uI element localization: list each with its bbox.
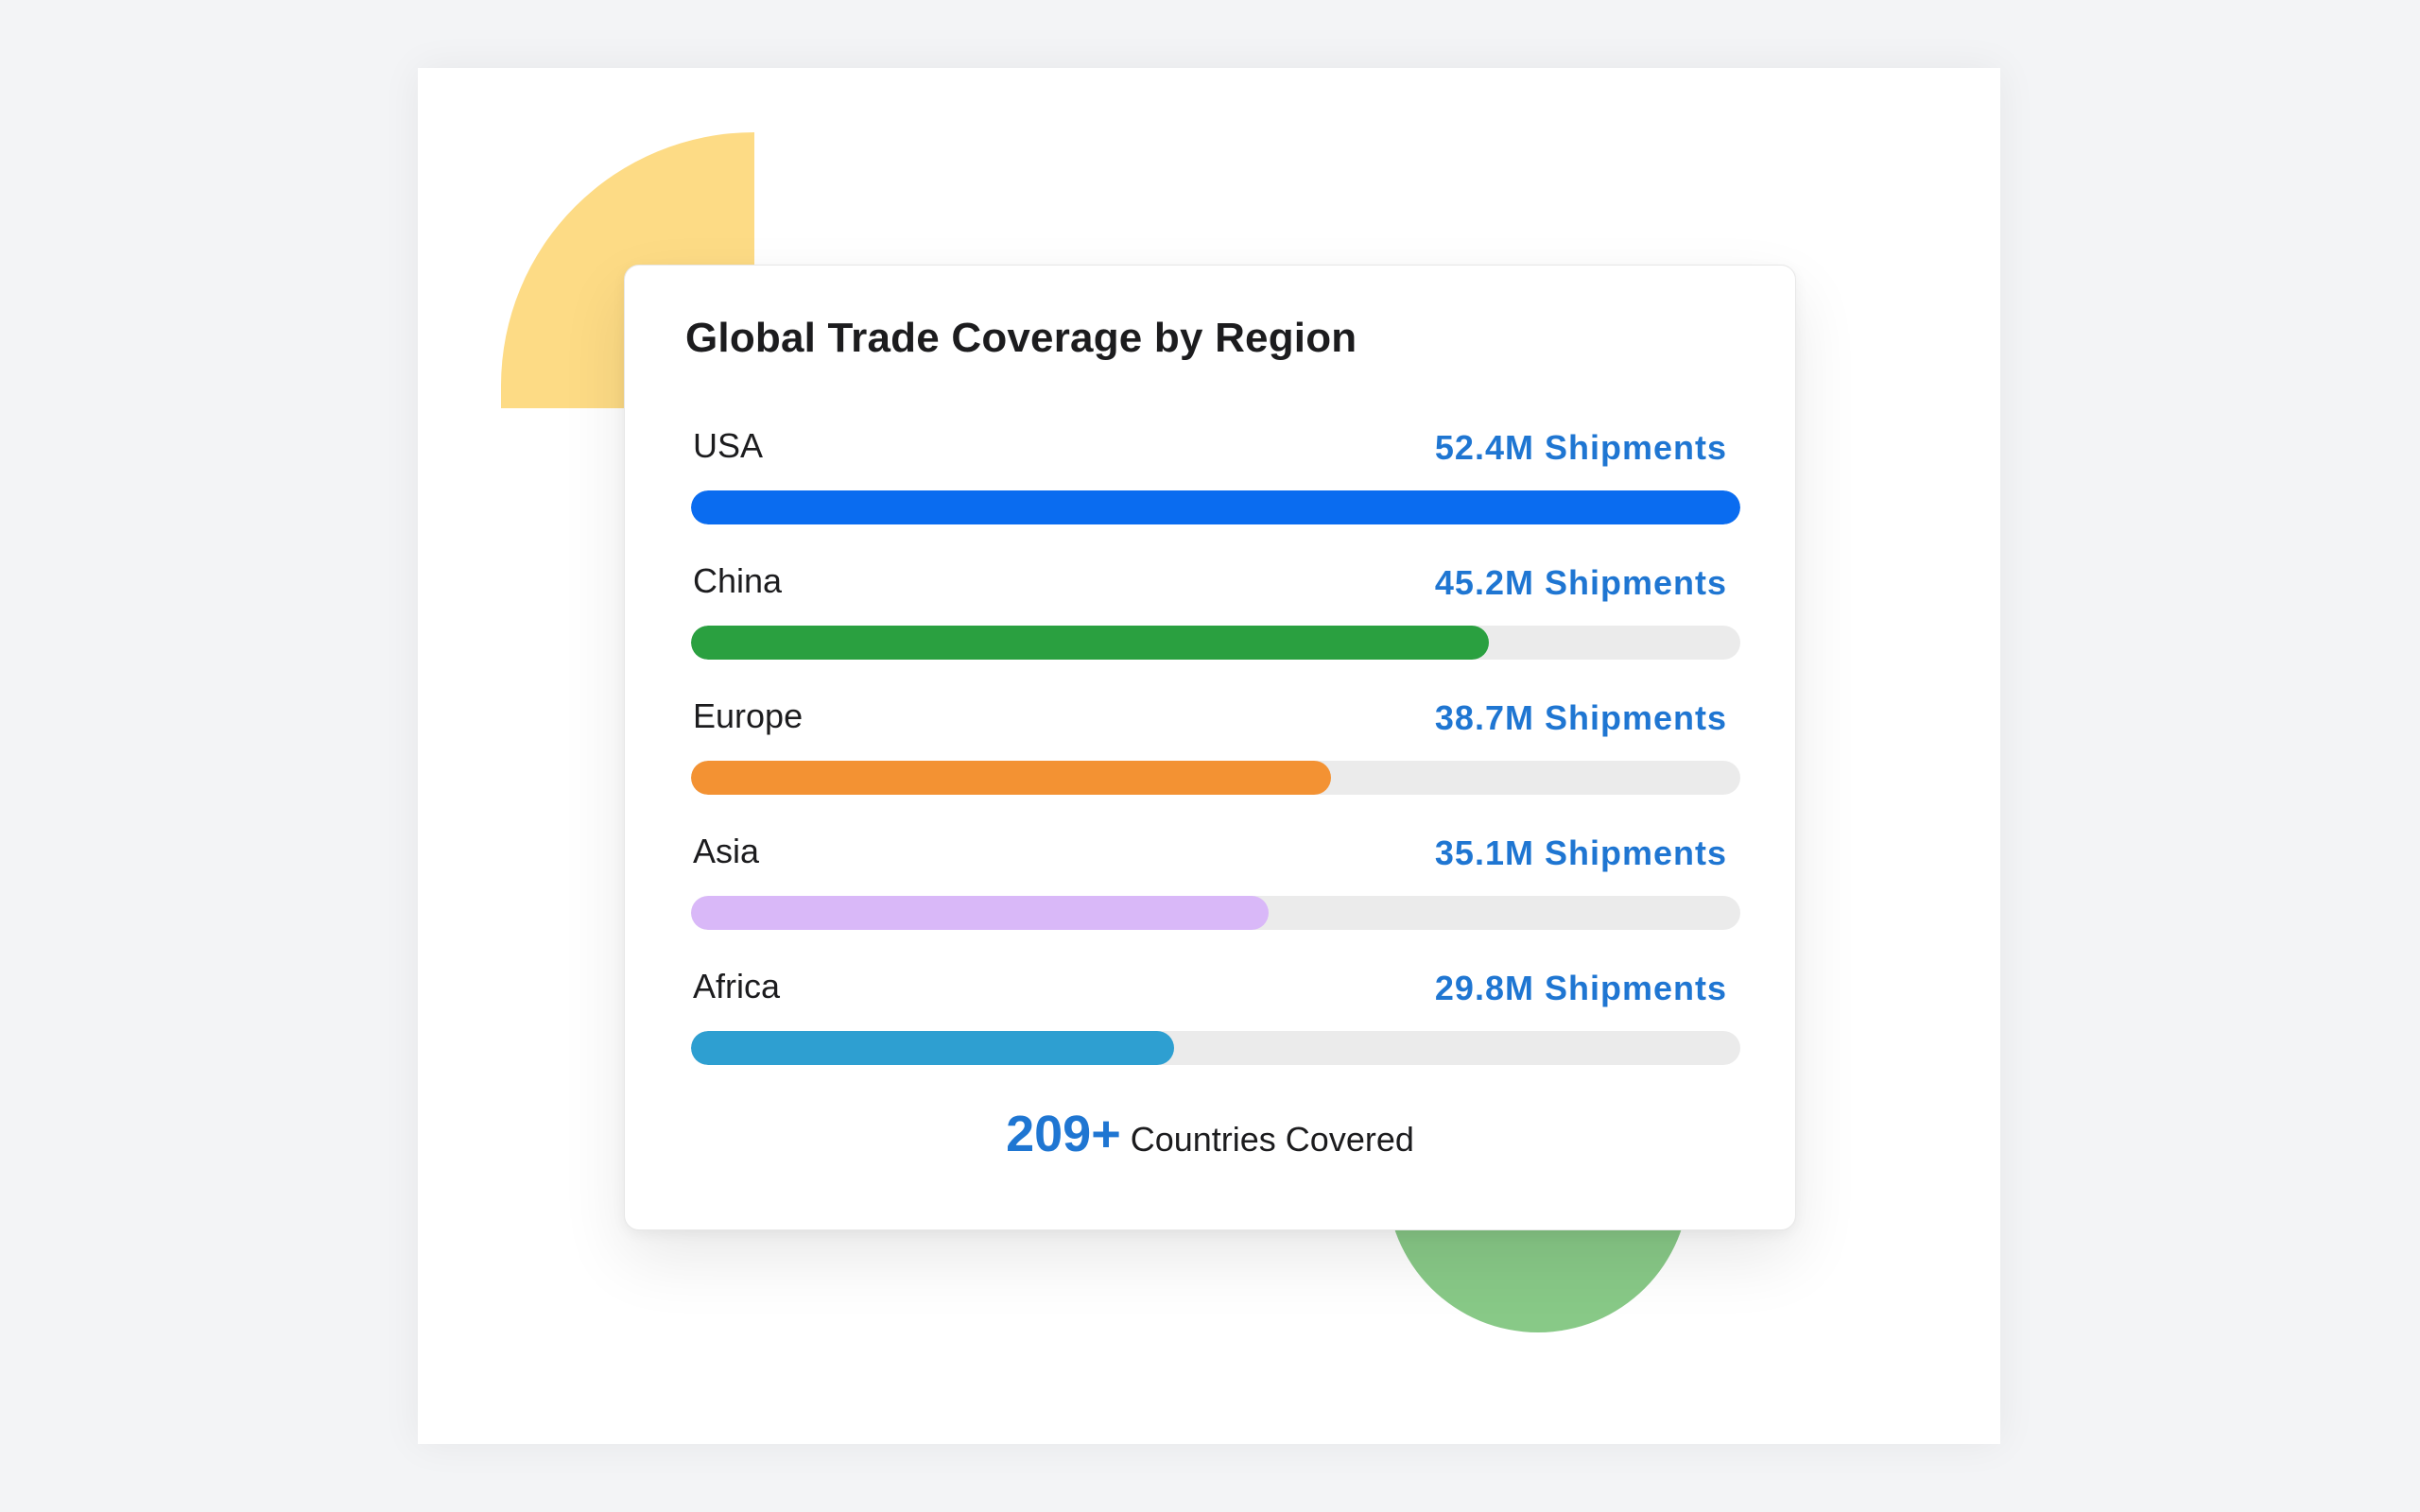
region-label-asia: Asia <box>693 832 760 870</box>
bar-fill-africa <box>691 1031 1174 1065</box>
region-value-usa: 52.4M Shipments <box>1434 428 1727 467</box>
bar-fill-europe <box>691 761 1332 795</box>
countries-count: 209+ <box>1006 1106 1121 1162</box>
countries-covered-summary: 209+ Countries Covered <box>625 1105 1795 1163</box>
bar-track-africa <box>691 1031 1740 1065</box>
region-value-asia: 35.1M Shipments <box>1434 833 1727 872</box>
region-value-europe: 38.7M Shipments <box>1434 698 1727 737</box>
bar-track-europe <box>691 761 1740 795</box>
chart-title: Global Trade Coverage by Region <box>685 315 1357 361</box>
bar-track-usa <box>691 490 1740 524</box>
bar-track-china <box>691 626 1740 660</box>
countries-label: Countries Covered <box>1130 1120 1414 1159</box>
region-label-africa: Africa <box>693 967 781 1005</box>
bar-fill-asia <box>691 896 1269 930</box>
bar-fill-china <box>691 626 1489 660</box>
region-value-africa: 29.8M Shipments <box>1434 969 1727 1007</box>
page-background: Global Trade Coverage by Region USA 52.4M… <box>0 0 2420 1512</box>
region-value-china: 45.2M Shipments <box>1434 563 1727 602</box>
region-label-usa: USA <box>693 426 764 465</box>
bar-track-asia <box>691 896 1740 930</box>
region-label-europe: Europe <box>693 696 804 735</box>
region-label-china: China <box>693 561 783 600</box>
trade-coverage-card: Global Trade Coverage by Region USA 52.4M… <box>624 265 1796 1230</box>
bar-fill-usa <box>691 490 1740 524</box>
